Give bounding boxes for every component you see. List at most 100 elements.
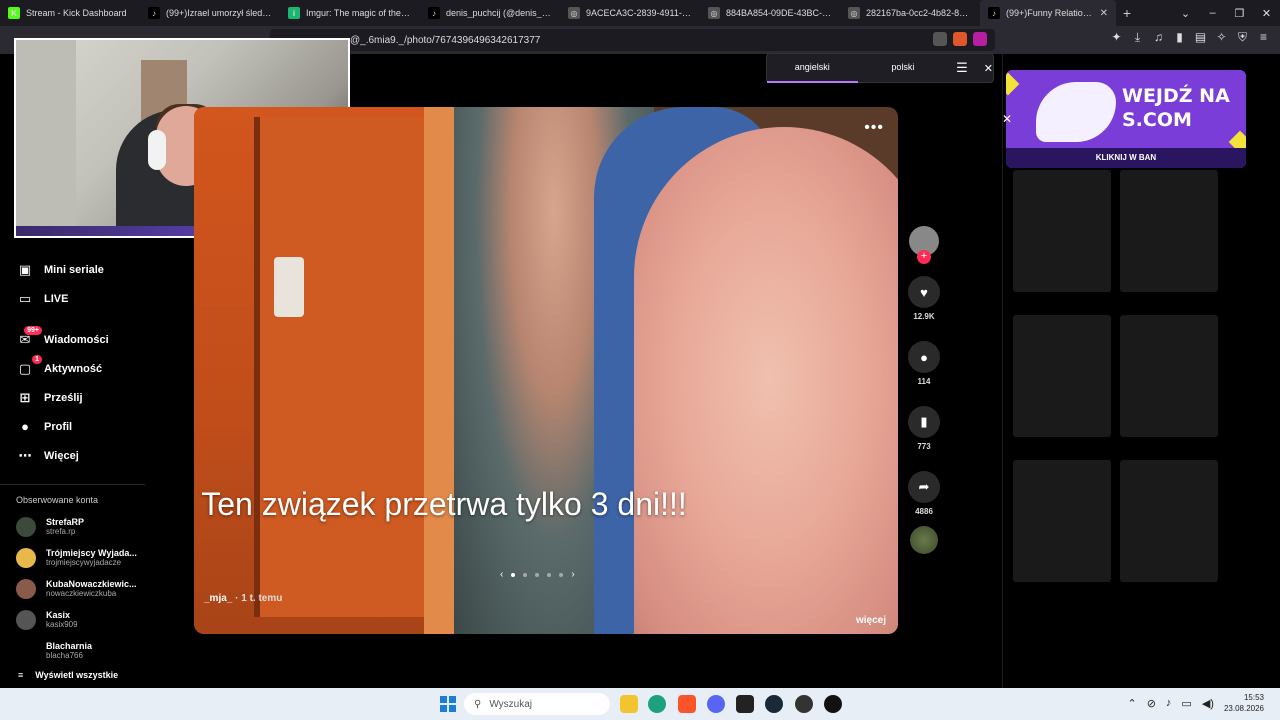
carousel-dot[interactable] <box>511 572 516 577</box>
sidebar-item[interactable]: ▢ 1 Aktywność <box>0 354 180 383</box>
chevron-up-icon[interactable]: ⌃ <box>1127 697 1136 710</box>
author-name[interactable]: _mja_ <box>204 593 232 604</box>
clock[interactable]: 15:53 23.08.2026 <box>1224 692 1264 714</box>
chevron-right-icon[interactable]: › <box>571 569 574 580</box>
vpn-icon[interactable]: ⛨ <box>1236 30 1249 45</box>
ad-banner[interactable]: WEJDŹ NA S.COM KLIKNIJ W BAN <box>1006 70 1246 168</box>
show-all-button[interactable]: ≡ Wyświetl wszystkie <box>0 670 180 680</box>
creator-avatar[interactable]: + <box>909 226 939 264</box>
browser-tab[interactable]: i Imgur: The magic of the Intern <box>280 0 420 26</box>
microphone-icon[interactable]: ♪ <box>1166 697 1172 709</box>
media-player-icon[interactable] <box>824 695 842 713</box>
tab-list-icon[interactable]: ⌄ <box>1172 7 1199 20</box>
grid-tile[interactable] <box>1013 315 1111 437</box>
comment-icon: ● <box>920 349 928 365</box>
related-grid <box>1013 170 1218 605</box>
post-photo[interactable]: ••• Ten związek przetrwa tylko 3 dni!!! … <box>194 107 898 634</box>
followed-account[interactable]: KubaNowaczkiewic... nowaczkiewiczkuba <box>0 573 180 604</box>
carousel-dot[interactable] <box>535 572 540 577</box>
volume-icon[interactable]: ◀) <box>1202 697 1214 710</box>
clock-time: 15:53 <box>1243 693 1264 702</box>
headphones <box>148 130 166 170</box>
steam-icon[interactable] <box>765 695 783 713</box>
restore-icon[interactable]: ❐ <box>1226 7 1253 20</box>
translate-icon[interactable] <box>933 32 947 46</box>
network-icon[interactable]: ⊘ <box>1147 697 1156 710</box>
more-link[interactable]: więcej <box>856 615 886 626</box>
more-options-icon[interactable]: ••• <box>864 119 884 137</box>
close-window-icon[interactable]: ✕ <box>1253 7 1280 20</box>
browser-tab[interactable]: ♪ (99+)Funny Relationsh ✕ <box>980 0 1116 26</box>
extensions-icon[interactable]: ✦ <box>1110 30 1123 45</box>
carousel-dot[interactable] <box>523 572 528 577</box>
sidebar-toggle-icon[interactable]: ▮ <box>1173 30 1186 45</box>
chevron-left-icon[interactable]: ‹ <box>500 569 503 580</box>
share-button[interactable]: ➦ <box>908 471 940 503</box>
window-controls: ⌄ – ❐ ✕ <box>1172 0 1280 26</box>
system-tray: ⌃ ⊘ ♪ ▭ ◀) 15:53 23.08.2026 <box>1127 692 1264 714</box>
save-button[interactable]: ▮ <box>908 406 940 438</box>
browser-tab[interactable]: ◎ 884BA854-09DE-43BC-AF39- <box>700 0 840 26</box>
url-bar[interactable]: @_.6mia9._/photo/7674396496342617377 <box>270 29 995 51</box>
followed-accounts-title: Obserwowane konta <box>0 484 145 505</box>
menu-icon[interactable]: ≡ <box>1257 30 1270 45</box>
brave-shield-icon[interactable] <box>953 32 967 46</box>
followed-account[interactable]: Blacharnia blacha766 <box>0 635 180 666</box>
sidebar-item[interactable]: ⊞ Prześlij <box>0 383 180 412</box>
carousel-dot[interactable] <box>547 572 552 577</box>
clock-date: 23.08.2026 <box>1223 704 1264 713</box>
brave-icon[interactable] <box>678 695 696 713</box>
music-disc-icon[interactable] <box>910 526 938 554</box>
close-icon[interactable]: ✕ <box>984 62 993 75</box>
sidebar-item-label: Prześlij <box>44 391 83 404</box>
edge-icon[interactable] <box>648 695 666 713</box>
download-icon[interactable]: ⤓ <box>1131 30 1144 45</box>
sidebar-item[interactable]: ✉ 99+ Wiadomości <box>0 325 180 354</box>
file-explorer-icon[interactable] <box>620 695 638 713</box>
follow-plus-icon[interactable]: + <box>917 250 931 264</box>
grid-tile[interactable] <box>1120 170 1218 292</box>
post-author[interactable]: _mja_ · 1 t. temu <box>204 593 282 604</box>
followed-account[interactable]: Kasix kasix909 <box>0 604 180 635</box>
grid-tile[interactable] <box>1120 315 1218 437</box>
browser-tab[interactable]: ♪ denis_puchcij (@denis_puchcij <box>420 0 560 26</box>
new-tab-icon[interactable]: + <box>1116 5 1138 21</box>
rewards-icon[interactable] <box>973 32 987 46</box>
carousel-dot[interactable] <box>559 572 564 577</box>
obs-icon[interactable] <box>795 695 813 713</box>
like-button[interactable]: ♥ <box>908 276 940 308</box>
followed-account[interactable]: Trójmiejscy Wyjada... trojmiejscywyjadacz… <box>0 542 180 573</box>
playlist-icon[interactable]: ♫ <box>1152 30 1165 45</box>
taskbar-search[interactable]: ⚲ Wyszukaj <box>464 693 610 715</box>
browser-tab-bar: K Stream - Kick Dashboard ♪ (99+)Izrael umo… <box>0 0 1280 26</box>
browser-tab[interactable]: ◎ 282167ba-0cc2-4b82-892a-e <box>840 0 980 26</box>
tab-favicon: ◎ <box>708 7 720 19</box>
translate-source-tab[interactable]: angielski <box>767 53 858 83</box>
url-text: @_.6mia9._/photo/7674396496342617377 <box>350 34 541 46</box>
menu-icon[interactable]: ☰ <box>956 60 968 76</box>
tab-favicon: ♪ <box>428 7 440 19</box>
browser-tab[interactable]: ◎ 9ACECA3C-2839-4911-8827- <box>560 0 700 26</box>
app-icon[interactable] <box>736 695 754 713</box>
discord-icon[interactable] <box>707 695 725 713</box>
close-tab-icon[interactable]: ✕ <box>1100 8 1108 19</box>
comment-button[interactable]: ● <box>908 341 940 373</box>
start-button[interactable] <box>440 696 456 712</box>
browser-tab[interactable]: ♪ (99+)Izrael umorzył śledztwo w <box>140 0 280 26</box>
sidebar-item[interactable]: ▭ LIVE <box>0 284 180 313</box>
sidebar-item[interactable]: ● Profil <box>0 412 180 441</box>
grid-tile[interactable] <box>1013 170 1111 292</box>
leo-icon[interactable]: ✧ <box>1215 30 1228 45</box>
wallet-icon[interactable]: ▤ <box>1194 30 1207 45</box>
post-time: · 1 t. temu <box>235 593 283 604</box>
grid-tile[interactable] <box>1120 460 1218 582</box>
sidebar-item[interactable]: ⋯ Więcej <box>0 441 180 470</box>
minimize-icon[interactable]: – <box>1199 7 1226 19</box>
translate-target-tab[interactable]: polski <box>858 53 949 83</box>
display-icon[interactable]: ▭ <box>1181 697 1191 710</box>
close-ad-icon[interactable]: ✕ <box>1002 112 1012 126</box>
browser-tab[interactable]: K Stream - Kick Dashboard <box>0 0 140 26</box>
sidebar-item[interactable]: ▣ Mini seriale <box>0 255 180 284</box>
grid-tile[interactable] <box>1013 460 1111 582</box>
followed-account[interactable]: StrefaRP strefa.rp <box>0 511 180 542</box>
